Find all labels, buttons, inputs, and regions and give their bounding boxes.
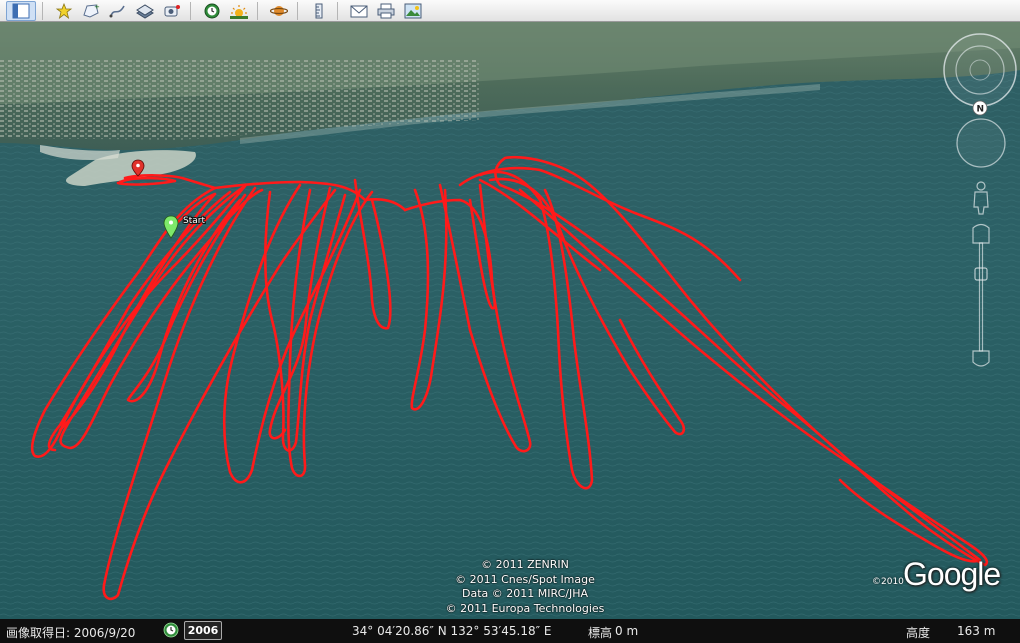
map-attribution: © 2011 ZENRIN © 2011 Cnes/Spot Image Dat…: [420, 558, 630, 616]
compass-label: N: [977, 105, 985, 115]
imagery-date: 画像取得日: 2006/9/20: [6, 626, 136, 640]
altitude-label: 高度: [906, 626, 931, 640]
compass-north-button[interactable]: N: [972, 100, 988, 116]
add-path-button[interactable]: [106, 1, 130, 21]
elevation-value: 0 m: [615, 624, 639, 638]
save-image-button[interactable]: [401, 1, 425, 21]
record-tour-button[interactable]: [160, 1, 184, 21]
add-overlay-button[interactable]: [133, 1, 157, 21]
ruler-icon: [315, 3, 323, 18]
navigation-controls: N: [930, 22, 1020, 382]
print-icon: [377, 3, 395, 18]
toolbar-separator: [190, 1, 191, 20]
start-label: Start: [183, 216, 205, 226]
clock-icon: [204, 3, 220, 18]
add-placemark-button[interactable]: [52, 1, 76, 21]
pushpin-icon: [55, 2, 73, 19]
zoom-out-button[interactable]: [972, 350, 990, 367]
street-view-pegman-icon[interactable]: [973, 181, 989, 215]
toolbar: +: [0, 0, 1020, 22]
toolbar-separator: [42, 1, 43, 20]
zoom-in-button[interactable]: [972, 223, 990, 244]
svg-text:+: +: [94, 3, 100, 11]
record-tour-icon: [164, 4, 180, 16]
switch-planet-button[interactable]: [267, 1, 291, 21]
attribution-line: © 2011 ZENRIN: [481, 558, 569, 571]
zoom-slider-handle[interactable]: [974, 267, 988, 281]
pointer-coordinates: 34° 04′20.86″ N 132° 53′45.18″ E: [352, 624, 552, 638]
move-joystick[interactable]: [956, 118, 1006, 168]
toolbar-separator: [297, 1, 298, 20]
path-icon: [109, 5, 125, 17]
logo-copyright-year: ©2010: [872, 577, 904, 587]
polygon-icon: +: [83, 3, 100, 18]
ruler-button[interactable]: [307, 1, 331, 21]
sun-icon: [230, 4, 248, 19]
attribution-line: © 2011 Cnes/Spot Image: [455, 572, 595, 586]
overlay-icon: [136, 3, 154, 19]
map-view[interactable]: Start: [0, 22, 1020, 619]
toolbar-separator: [257, 1, 258, 20]
print-button[interactable]: [374, 1, 398, 21]
planet-icon: [270, 5, 288, 16]
historical-imagery-button[interactable]: [200, 1, 224, 21]
zoom-slider[interactable]: [974, 242, 988, 352]
sidebar-toggle-button[interactable]: [6, 0, 36, 21]
sidebar-icon: [12, 3, 30, 18]
save-image-icon: [404, 3, 422, 18]
attribution-line: © 2011 Europa Technologies: [445, 601, 605, 615]
look-joystick[interactable]: [943, 33, 1017, 107]
google-logo: Google: [903, 556, 1001, 592]
toolbar-separator: [337, 1, 338, 20]
sunlight-button[interactable]: [227, 1, 251, 21]
attribution-line: Data © 2011 MIRC/JHA: [461, 587, 588, 600]
history-year-chip[interactable]: 2006: [184, 621, 222, 640]
end-pin-icon[interactable]: [131, 159, 145, 177]
add-polygon-button[interactable]: +: [79, 1, 103, 21]
start-pin-icon[interactable]: [163, 215, 179, 239]
altitude-value: 163 m: [957, 624, 996, 638]
pins-layer: Start: [131, 159, 206, 239]
elevation-label: 標高: [588, 626, 613, 640]
email-icon: [350, 5, 368, 17]
historical-imagery-clock-icon[interactable]: [163, 622, 179, 638]
email-button[interactable]: [347, 1, 371, 21]
status-bar: 画像取得日: 2006/9/20 2006 34° 04′20.86″ N 13…: [0, 619, 1020, 643]
